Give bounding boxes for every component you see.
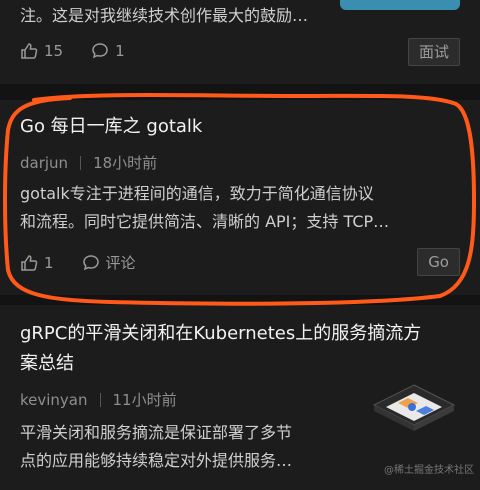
author-name[interactable]: kevinyan <box>20 391 88 409</box>
article-title-line-2[interactable]: 案总结 <box>20 349 74 379</box>
article-actions: 1 评论 <box>20 252 164 273</box>
thumbs-up-icon <box>21 43 38 59</box>
thumbs-up-icon <box>21 254 38 271</box>
article-tag[interactable]: Go <box>417 248 460 276</box>
comment-button[interactable]: 1 <box>91 42 125 60</box>
article-thumbnail[interactable] <box>340 0 460 10</box>
article-title[interactable]: Go 每日一库之 gotalk <box>20 112 202 142</box>
article-meta: darjun 18小时前 <box>20 152 157 173</box>
article-meta: kevinyan 11小时前 <box>20 389 177 410</box>
meta-divider <box>80 155 82 170</box>
like-button[interactable]: 15 <box>20 42 63 60</box>
publish-time: 18小时前 <box>93 154 158 172</box>
meta-divider <box>99 392 101 407</box>
article-summary-line-1: gotalk专注于进程间的通信，致力于简化通信协议 <box>20 184 374 203</box>
comment-label: 评论 <box>105 254 136 272</box>
publish-time: 11小时前 <box>112 391 177 409</box>
article-card-gotalk[interactable]: Go 每日一库之 gotalk darjun 18小时前 gotalk专注于进程… <box>0 100 480 295</box>
author-name[interactable]: darjun <box>20 154 68 172</box>
article-tag[interactable]: 面试 <box>407 38 460 66</box>
article-thumbnail[interactable] <box>368 375 460 455</box>
article-card-top[interactable]: 注。这是对我继续技术创作最大的鼓励… 15 1 面试 <box>0 0 480 84</box>
watermark: @稀土掘金技术社区 <box>384 465 474 476</box>
article-title-line-1[interactable]: gRPC的平滑关闭和在Kubernetes上的服务摘流方 <box>20 319 421 349</box>
article-summary: 注。这是对我继续技术创作最大的鼓励… <box>20 6 309 25</box>
article-summary-line-2: 点的应用能够持续稳定对外提供服务… <box>20 451 293 470</box>
comment-count: 1 <box>115 42 125 60</box>
comment-button[interactable]: 评论 <box>82 252 136 273</box>
like-button[interactable]: 1 <box>20 254 54 272</box>
comment-icon <box>92 43 108 59</box>
like-count: 15 <box>44 42 64 60</box>
like-count: 1 <box>44 253 54 272</box>
article-actions: 15 1 <box>20 42 153 60</box>
article-summary-line-2: 和流程。同时它提供简洁、清晰的 API；支持 TCP… <box>20 212 390 231</box>
article-summary-line-1: 平滑关闭和服务摘流是保证部署了多节 <box>20 423 293 442</box>
comment-icon <box>82 254 99 270</box>
